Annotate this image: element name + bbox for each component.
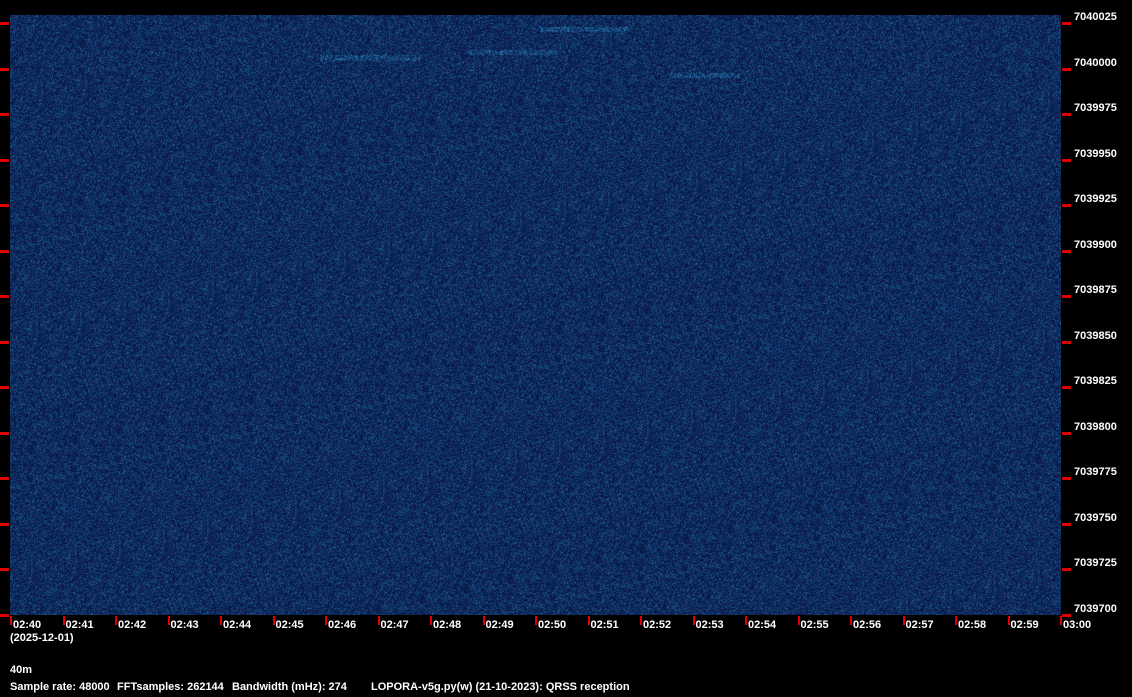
x-tick <box>167 616 170 625</box>
y-tick-label: 7040000 <box>1074 56 1117 69</box>
x-tick-label: 02:48 <box>433 619 462 631</box>
x-tick <box>325 616 327 625</box>
y-tick-label: 7039825 <box>1074 375 1117 388</box>
x-tick-label: 02:56 <box>853 619 882 631</box>
x-tick-label: 02:51 <box>590 619 619 631</box>
x-tick-label: 02:54 <box>748 619 777 631</box>
x-tick <box>62 616 65 625</box>
y-tick-label: 7039975 <box>1074 102 1117 115</box>
y-tick-label: 7039775 <box>1074 466 1117 479</box>
y-tick-right <box>1062 158 1071 162</box>
x-tick-label: 02:49 <box>485 619 514 631</box>
bandwidth: Bandwidth (mHz): 274 <box>232 681 347 693</box>
y-tick-right <box>1062 431 1071 435</box>
y-tick-left <box>0 22 9 25</box>
x-tick <box>377 616 380 625</box>
y-tick-left <box>0 477 9 481</box>
y-tick-right <box>1062 568 1071 572</box>
x-tick-label: 02:44 <box>223 619 252 631</box>
x-tick-label: 02:55 <box>800 619 829 631</box>
x-tick <box>115 616 117 625</box>
y-tick-left <box>0 295 9 299</box>
y-tick-right <box>1062 340 1071 344</box>
sample-rate: Sample rate: 48000 <box>10 681 110 693</box>
y-tick-label: 7039925 <box>1074 193 1117 206</box>
x-tick-label: 02:46 <box>328 619 357 631</box>
x-tick-label: 02:47 <box>380 619 409 631</box>
x-tick <box>10 616 12 625</box>
x-tick <box>850 616 852 625</box>
y-tick-right <box>1062 477 1071 481</box>
program-title: LOPORA-v5g.py(w) (21-10-2023): QRSS rece… <box>371 681 630 693</box>
y-tick-right <box>1062 295 1071 299</box>
x-tick <box>272 616 275 625</box>
x-tick <box>902 616 905 625</box>
fft-samples: FFTsamples: 262144 <box>117 681 224 693</box>
y-tick-left <box>0 340 9 344</box>
y-tick-right <box>1062 67 1071 71</box>
y-tick-label: 7039725 <box>1074 557 1117 570</box>
x-tick-label: 02:41 <box>65 619 94 631</box>
x-tick-label: 02:57 <box>905 619 934 631</box>
y-tick-label: 7039900 <box>1074 238 1117 251</box>
y-tick-right <box>1062 522 1071 526</box>
x-tick-label: 02:52 <box>643 619 672 631</box>
y-tick-left <box>0 204 9 208</box>
x-tick-label: 02:50 <box>538 619 567 631</box>
x-tick <box>220 616 222 625</box>
x-tick <box>535 616 537 625</box>
y-tick-label: 7039700 <box>1074 603 1117 615</box>
y-tick-label: 7039800 <box>1074 420 1117 433</box>
y-tick-label: 7039950 <box>1074 147 1117 160</box>
y-tick-right <box>1062 249 1071 253</box>
x-tick-label: 03:00 <box>1063 619 1092 631</box>
y-tick-left <box>0 522 9 526</box>
y-tick-label: 7039850 <box>1074 329 1117 342</box>
date-label: (2025-12-01) <box>10 632 74 644</box>
x-tick <box>797 616 800 625</box>
y-tick-left <box>0 386 9 390</box>
x-tick-label: 02:42 <box>118 619 147 631</box>
y-tick-label: 7039750 <box>1074 511 1117 524</box>
y-tick-left <box>0 431 9 435</box>
y-tick-left <box>0 249 9 253</box>
y-tick-left <box>0 67 9 71</box>
x-tick <box>1007 616 1010 625</box>
x-tick-label: 02:53 <box>695 619 724 631</box>
spectrogram-waterfall <box>10 15 1061 615</box>
y-tick-left <box>0 568 9 572</box>
x-tick <box>482 616 485 625</box>
x-tick <box>587 616 590 625</box>
x-tick-label: 02:58 <box>958 619 987 631</box>
x-tick-label: 02:43 <box>170 619 199 631</box>
y-tick-right <box>1062 614 1071 617</box>
y-tick-right <box>1062 22 1071 25</box>
x-tick <box>745 616 747 625</box>
band-label: 40m <box>10 664 33 676</box>
x-tick <box>1060 616 1062 625</box>
x-tick-label: 02:45 <box>275 619 304 631</box>
y-tick-right <box>1062 113 1071 117</box>
y-tick-left <box>0 113 9 117</box>
x-tick <box>692 616 695 625</box>
y-tick-right <box>1062 386 1071 390</box>
y-tick-label: 7040025 <box>1074 11 1117 23</box>
x-tick <box>640 616 642 625</box>
y-tick-left <box>0 158 9 162</box>
x-tick-label: 02:59 <box>1010 619 1039 631</box>
y-tick-left <box>0 614 9 617</box>
x-tick-label: 02:40 <box>13 619 42 631</box>
x-tick <box>955 616 957 625</box>
y-tick-label: 7039875 <box>1074 284 1117 297</box>
y-tick-right <box>1062 204 1071 208</box>
x-tick <box>430 616 432 625</box>
